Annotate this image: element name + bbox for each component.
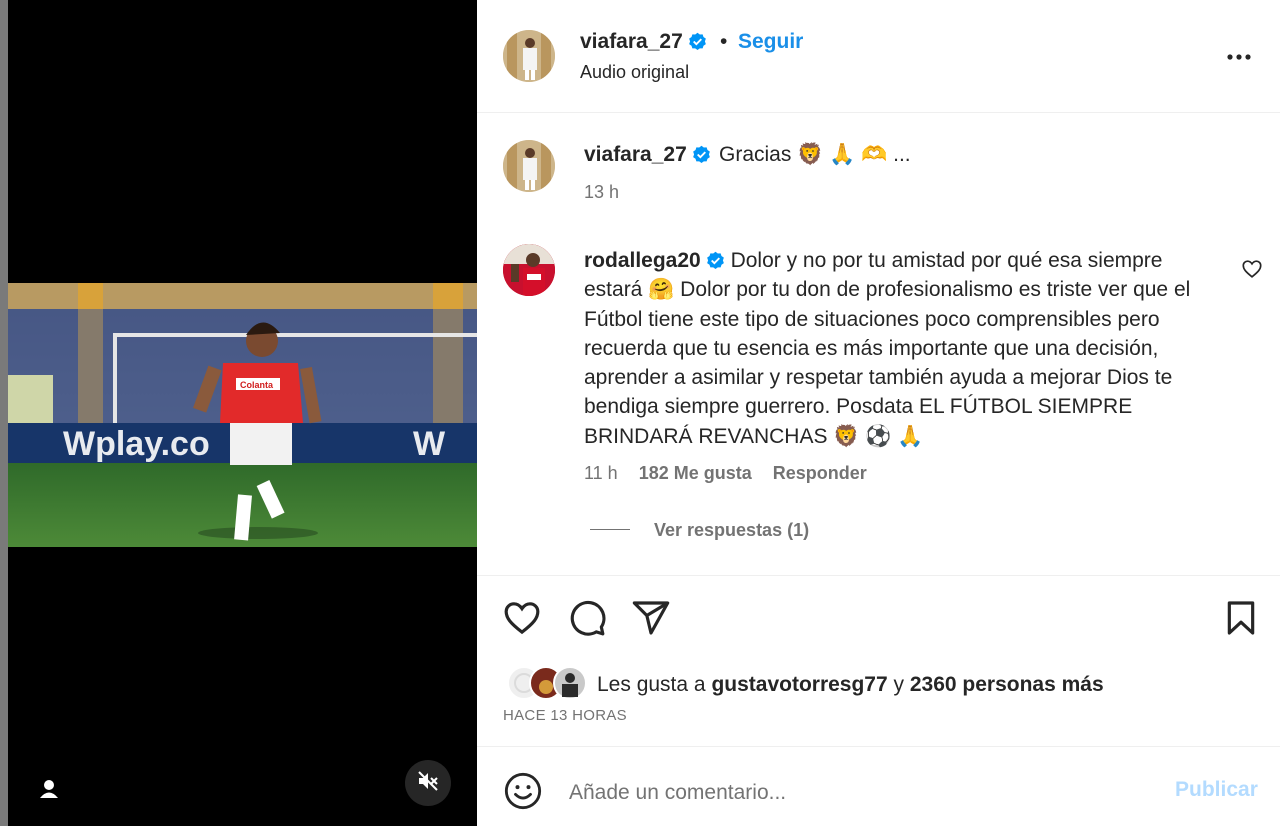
author-avatar[interactable] [503, 30, 555, 82]
likes-prefix: Les gusta a [597, 673, 706, 696]
more-options-icon[interactable] [1226, 44, 1252, 70]
post-header: viafara_27 • Seguir Audio original [477, 0, 1280, 113]
audio-link[interactable]: Audio original [580, 62, 689, 83]
tagged-users-icon[interactable] [36, 776, 62, 802]
reply-button[interactable]: Responder [773, 463, 867, 483]
banner-text: Wplay.co [63, 425, 210, 463]
comment-username[interactable]: rodallega20 [584, 249, 701, 272]
caption-avatar[interactable] [503, 140, 555, 192]
volume-muted-icon [416, 769, 440, 798]
comment-bubble-icon[interactable] [567, 598, 607, 638]
publish-button[interactable]: Publicar [1175, 778, 1258, 802]
view-replies-button[interactable]: Ver respuestas (1) [590, 520, 809, 541]
replies-divider [590, 529, 630, 530]
like-heart-icon[interactable] [502, 598, 542, 638]
author-username[interactable]: viafara_27 [580, 30, 707, 54]
svg-text:W: W [413, 425, 446, 463]
view-replies-label: Ver respuestas (1) [654, 520, 810, 540]
comment-input[interactable] [567, 775, 1131, 811]
comment-like-heart-icon[interactable] [1241, 258, 1263, 280]
post-details-panel: viafara_27 • Seguir Audio original viafa… [477, 0, 1280, 826]
liked-by-user[interactable]: gustavotorresg77 [711, 673, 887, 696]
liked-by-avatars[interactable] [506, 665, 590, 701]
post-timestamp[interactable]: HACE 13 HORAS [503, 707, 627, 724]
comment-time: 11 h [584, 463, 618, 483]
post-photo: Wplay.co W Colanta [8, 283, 477, 547]
post-media[interactable]: Wplay.co W Colanta [8, 0, 477, 826]
comment-body: rodallega20 Dolor y no por tu amistad po… [584, 246, 1212, 451]
comment-text: Dolor y no por tu amistad por qué esa si… [584, 249, 1191, 448]
likes-summary: Les gusta a gustavotorresg77 y 2360 pers… [597, 673, 1104, 697]
save-bookmark-icon[interactable] [1221, 598, 1261, 638]
verified-badge-icon [688, 32, 706, 51]
verified-badge-icon [706, 251, 724, 270]
share-send-icon[interactable] [631, 598, 671, 638]
verified-badge-icon [692, 145, 710, 164]
caption-text: Gracias 🦁 🙏 🫶 ... [719, 143, 911, 166]
likes-joiner: y [893, 673, 905, 696]
emoji-smiley-icon[interactable] [503, 771, 543, 811]
header-separator: • [720, 30, 728, 53]
caption-username[interactable]: viafara_27 [584, 143, 711, 167]
comment-likes[interactable]: 182 Me gusta [639, 463, 752, 483]
commenter-avatar[interactable] [503, 244, 555, 296]
follow-button[interactable]: Seguir [738, 30, 803, 54]
caption-time: 13 h [584, 182, 620, 202]
shirt-text: Colanta [240, 380, 274, 390]
likes-others[interactable]: 2360 personas más [910, 673, 1104, 696]
comment-composer: Publicar [477, 746, 1280, 827]
comment-meta: 11 h 182 Me gusta Responder [584, 463, 883, 484]
mute-button[interactable] [405, 760, 451, 806]
window-edge [0, 0, 8, 826]
